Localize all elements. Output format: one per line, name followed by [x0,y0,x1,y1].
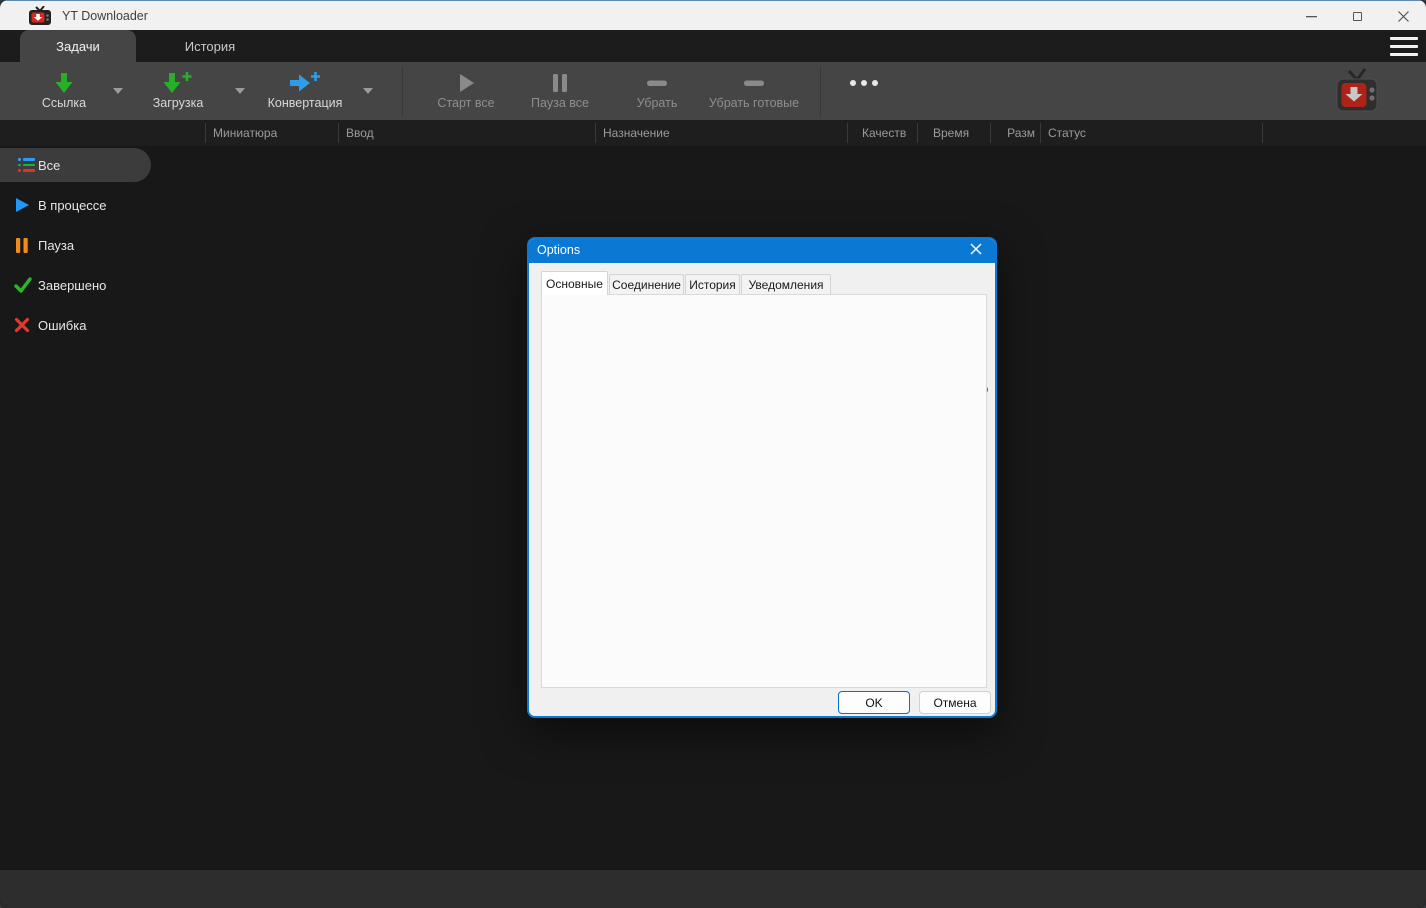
dialog-tab-notifications-label: Уведомления [748,278,824,292]
column-header-row: Миниатюра Ввод Назначение Качеств Время … [0,120,1426,146]
column-separator [1262,123,1263,143]
sidebar-item-done-label: Завершено [38,277,107,293]
add-link-label: Ссылка [41,96,87,110]
tab-tasks-label: Задачи [56,38,100,54]
column-quality[interactable]: Качеств [862,120,906,146]
column-input[interactable]: Ввод [346,120,374,146]
start-all-label: Старт все [437,96,495,110]
toolbar-separator [402,66,403,116]
status-bar [0,870,1426,908]
pause-all-button[interactable]: Пауза все [512,62,608,120]
add-download-button[interactable]: Загрузка [132,62,224,120]
colored-list-icon [14,158,38,172]
add-conversion-button[interactable]: Конвертация [252,62,358,120]
column-thumbnail[interactable]: Миниатюра [213,120,277,146]
add-link-button[interactable]: Ссылка [18,62,110,120]
options-dialog: Options Основные Соединение История Увед… [527,237,997,718]
link-dropdown-chevron-icon[interactable] [104,62,132,120]
remove-done-label: Убрать готовые [708,96,800,110]
sidebar-item-error-label: Ошибка [38,317,87,333]
tab-tasks[interactable]: Задачи [20,30,136,62]
pause-icon [14,237,38,254]
column-size[interactable]: Разм [995,120,1035,146]
column-separator [595,123,596,143]
dialog-tab-connection-label: Соединение [612,278,681,292]
column-destination[interactable]: Назначение [603,120,670,146]
menu-icon[interactable] [1390,37,1418,56]
tab-history[interactable]: История [150,30,270,62]
toolbar-separator [820,66,821,116]
dialog-tab-history-label: История [689,278,736,292]
sidebar-item-paused-label: Пауза [38,237,75,253]
column-separator [917,123,918,143]
dialog-tab-history[interactable]: История [685,274,740,295]
ok-button-label: OK [865,695,883,710]
download-dropdown-chevron-icon[interactable] [226,62,254,120]
add-conversion-label: Конвертация [267,96,343,110]
dialog-tab-general-label: Основные [546,276,603,291]
sidebar-item-in-progress[interactable]: В процессе [0,188,151,222]
maximize-button[interactable] [1334,2,1380,31]
add-download-label: Загрузка [152,96,204,110]
main-tab-bar: Задачи История [0,30,1426,62]
check-icon [14,277,38,293]
toolbar: Ссылка Загрузка Конвертация Старт все Па… [0,62,1426,120]
play-icon [14,197,38,213]
dialog-title: Options [537,243,581,257]
sidebar-item-in-progress-label: В процессе [38,197,107,213]
remove-button[interactable]: Убрать [611,62,703,120]
yt-downloader-tv-icon [1336,68,1378,112]
ellipsis-icon [850,69,878,96]
window-title: YT Downloader [62,8,148,23]
start-all-button[interactable]: Старт все [418,62,514,120]
tab-history-label: История [184,38,236,54]
ok-button[interactable]: OK [838,691,910,714]
cross-icon [14,317,38,333]
dialog-tab-connection[interactable]: Соединение [609,274,684,295]
remove-minus-icon [644,69,670,96]
sidebar-item-all[interactable]: Все [0,148,151,182]
column-time[interactable]: Время [933,120,969,146]
sidebar-item-paused[interactable]: Пауза [0,228,151,262]
remove-done-button[interactable]: Убрать готовые [702,62,806,120]
cancel-button-label: Отмена [933,695,977,710]
title-bar: YT Downloader [0,0,1426,30]
close-button[interactable] [1380,2,1426,31]
window-controls [1288,2,1426,31]
cancel-button[interactable]: Отмена [919,691,991,714]
sidebar-item-all-label: Все [38,157,61,173]
remove-done-minus-icon [741,69,767,96]
column-separator [990,123,991,143]
sidebar-item-error[interactable]: Ошибка [0,308,151,342]
app-icon [28,5,52,26]
dialog-tab-notifications[interactable]: Уведомления [741,274,831,295]
yt-downloader-logo-button[interactable] [1330,66,1386,118]
column-separator [1040,123,1041,143]
dialog-tab-general[interactable]: Основные [541,271,608,295]
play-all-icon [455,69,477,96]
remove-label: Убрать [636,96,678,110]
close-icon [970,243,982,255]
app-window: YT Downloader Задачи История Ссылка Загр… [0,0,1426,908]
dialog-close-button[interactable] [961,239,991,261]
pause-all-icon [550,69,570,96]
column-status[interactable]: Статус [1048,120,1086,146]
more-button[interactable] [836,62,892,120]
conversion-dropdown-chevron-icon[interactable] [354,62,382,120]
convert-plus-arrow-icon [288,69,322,96]
minimize-button[interactable] [1288,2,1334,31]
column-separator [338,123,339,143]
column-separator [205,123,206,143]
dialog-title-bar: Options [529,239,995,263]
column-separator [847,123,848,143]
download-plus-arrow-icon [162,69,194,96]
sidebar-item-done[interactable]: Завершено [0,268,151,302]
pause-all-label: Пауза все [531,96,589,110]
link-download-arrow-icon [52,69,76,96]
dialog-tab-page [541,294,987,688]
